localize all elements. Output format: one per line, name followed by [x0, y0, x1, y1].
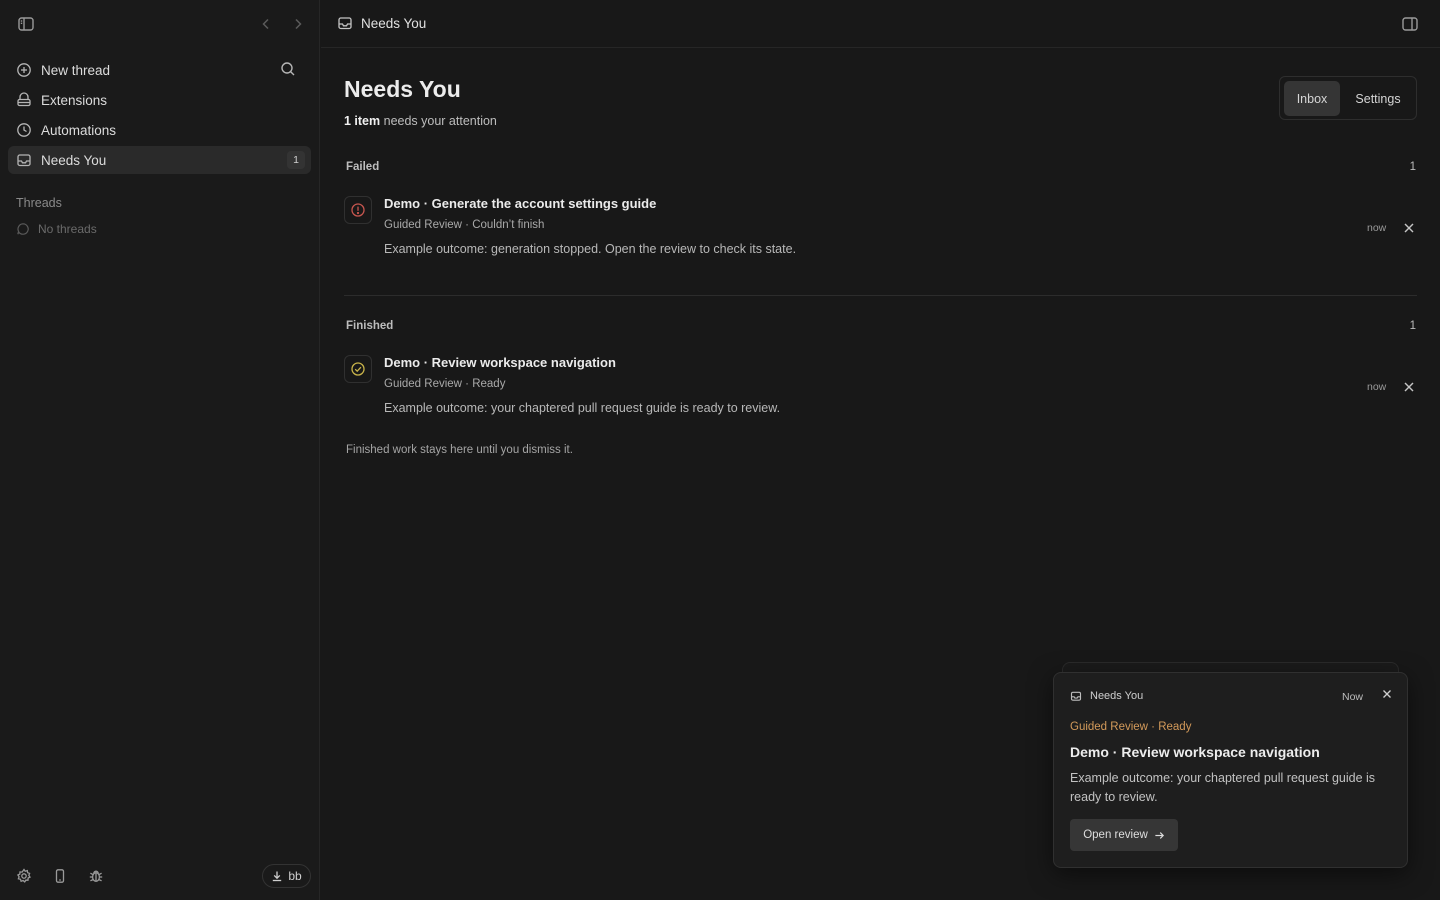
- chevron-right-icon[interactable]: [288, 14, 308, 34]
- needs-you-count-badge: 1: [287, 151, 305, 169]
- attention-text: needs your attention: [380, 114, 497, 128]
- threads-section-label: Threads: [16, 196, 62, 210]
- page-subtitle: 1 item needs your attention: [344, 114, 497, 128]
- failed-group-header: Failed 1: [346, 161, 1416, 173]
- tab-settings[interactable]: Settings: [1344, 81, 1412, 116]
- mobile-device-icon[interactable]: [51, 867, 69, 885]
- extensions-icon: [16, 92, 32, 108]
- toast-header: Needs You: [1070, 690, 1143, 702]
- group-divider: [344, 295, 1417, 296]
- finished-item-meta: Guided Review · Ready: [384, 378, 506, 390]
- download-icon: [271, 870, 283, 882]
- inbox-icon: [16, 152, 32, 168]
- group-label: Failed: [346, 161, 380, 173]
- toast-body: Example outcome: your chaptered pull req…: [1070, 771, 1376, 804]
- toast-title: Demo · Review workspace navigation: [1070, 744, 1320, 760]
- finished-status-icon: [344, 355, 372, 383]
- attention-count: 1 item: [344, 114, 381, 128]
- finished-item-body: Example outcome: your chaptered pull req…: [384, 401, 781, 415]
- clock-icon: [16, 122, 32, 138]
- finished-item-time: now: [1367, 381, 1387, 393]
- sidebar-top-bar: [14, 12, 305, 36]
- chevron-left-icon[interactable]: [256, 14, 276, 34]
- toast-time: Now: [1342, 691, 1364, 703]
- arrow-right-icon: [1154, 830, 1165, 841]
- top-bar: Needs You: [321, 0, 1440, 48]
- download-button[interactable]: bb: [262, 864, 311, 888]
- open-review-button[interactable]: Open review: [1070, 819, 1178, 851]
- view-segmented-control: Inbox Settings: [1279, 76, 1417, 120]
- breadcrumb-title: Needs You: [361, 15, 427, 31]
- inbox-icon: [1070, 690, 1082, 702]
- dismiss-failed-close-icon[interactable]: [1402, 221, 1416, 235]
- notification-toast: Needs You Now Guided Review · Ready Demo…: [1053, 672, 1408, 868]
- sidebar-item-automations[interactable]: Automations: [8, 116, 311, 144]
- sidebar: New thread Extensions Automations Needs …: [0, 0, 320, 900]
- sidebar-item-label: Automations: [41, 122, 117, 138]
- sidebar-item-needs-you[interactable]: Needs You 1: [8, 146, 311, 174]
- download-label: bb: [288, 869, 302, 883]
- threads-empty-text: No threads: [38, 222, 97, 236]
- breadcrumb: Needs You: [337, 15, 426, 31]
- group-label: Finished: [346, 320, 394, 332]
- finished-item-title[interactable]: Demo · Review workspace navigation: [384, 355, 616, 370]
- failed-item-time: now: [1367, 222, 1387, 234]
- toast-kicker: Guided Review · Ready: [1070, 721, 1192, 733]
- page-title: Needs You: [344, 76, 461, 102]
- gear-icon[interactable]: [15, 867, 33, 885]
- right-panel-toggle-icon[interactable]: [1401, 15, 1419, 33]
- failed-item-title[interactable]: Demo · Generate the account settings gui…: [384, 196, 656, 211]
- dismiss-finished-close-icon[interactable]: [1402, 380, 1416, 394]
- failed-item-meta: Guided Review · Couldn’t finish: [384, 219, 545, 231]
- sidebar-toggle-icon[interactable]: [16, 14, 36, 34]
- sidebar-item-extensions[interactable]: Extensions: [8, 86, 311, 114]
- failed-item-body: Example outcome: generation stopped. Ope…: [384, 242, 797, 256]
- threads-empty-state: No threads: [16, 222, 97, 236]
- plus-circle-icon: [16, 62, 32, 78]
- finished-group-header: Finished 1: [346, 320, 1416, 332]
- inbox-icon: [337, 15, 353, 31]
- sidebar-item-label: New thread: [41, 62, 111, 78]
- tab-inbox[interactable]: Inbox: [1284, 81, 1340, 116]
- group-count: 1: [1409, 161, 1416, 173]
- chat-bubble-icon: [16, 222, 30, 236]
- footnote: Finished work stays here until you dismi…: [346, 444, 573, 456]
- sidebar-item-label: Needs You: [41, 152, 107, 168]
- group-count: 1: [1409, 320, 1416, 332]
- sidebar-item-label: Extensions: [41, 92, 108, 108]
- toast-close-icon[interactable]: [1381, 688, 1393, 700]
- toast-header-label: Needs You: [1090, 690, 1144, 702]
- bug-icon[interactable]: [87, 867, 105, 885]
- open-review-label: Open review: [1083, 829, 1148, 841]
- search-icon[interactable]: [280, 61, 296, 77]
- failed-status-icon: [344, 196, 372, 224]
- sidebar-item-new-thread[interactable]: New thread: [8, 56, 311, 84]
